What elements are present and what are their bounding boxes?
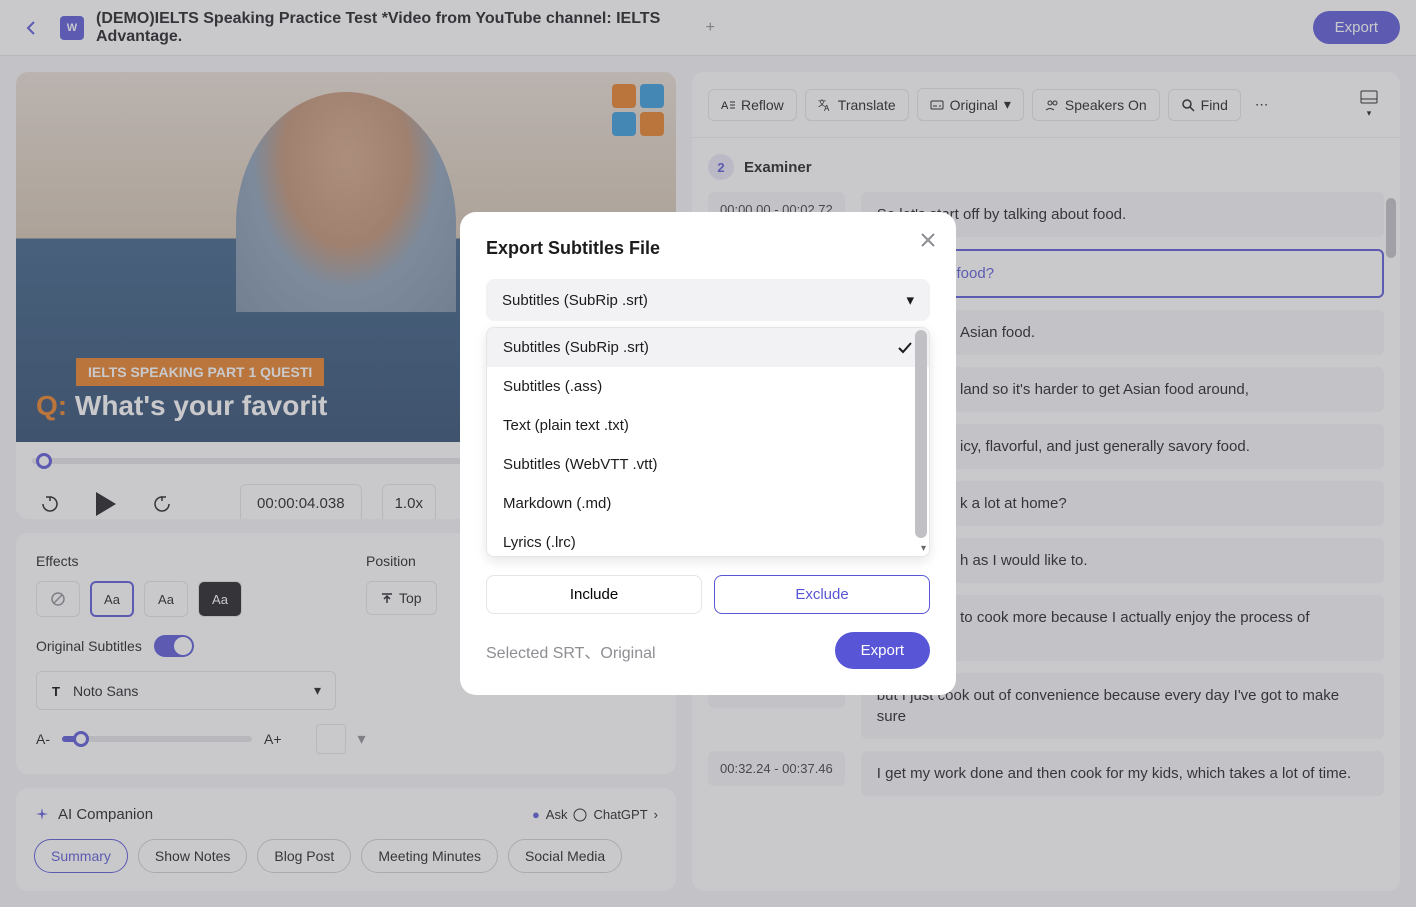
- selected-info: Selected SRT、Original: [486, 639, 656, 663]
- export-modal: Export Subtitles File Subtitles (SubRip …: [460, 212, 956, 695]
- modal-export-button[interactable]: Export: [835, 632, 930, 669]
- format-option-md[interactable]: Markdown (.md): [487, 484, 929, 523]
- include-button[interactable]: Include: [486, 575, 702, 614]
- modal-overlay[interactable]: Export Subtitles File Subtitles (SubRip …: [0, 0, 1416, 907]
- format-dropdown: Subtitles (SubRip .srt) Subtitles (.ass)…: [486, 327, 930, 557]
- format-option-txt[interactable]: Text (plain text .txt): [487, 406, 929, 445]
- close-icon: [920, 232, 936, 248]
- include-exclude-toggle: Include Exclude: [486, 575, 930, 614]
- format-option-srt[interactable]: Subtitles (SubRip .srt): [487, 328, 929, 367]
- close-button[interactable]: [920, 232, 936, 248]
- format-option-ass[interactable]: Subtitles (.ass): [487, 367, 929, 406]
- scroll-down-icon[interactable]: ▾: [921, 543, 926, 554]
- modal-title: Export Subtitles File: [486, 238, 930, 259]
- format-option-lrc[interactable]: Lyrics (.lrc): [487, 523, 929, 557]
- format-select[interactable]: Subtitles (SubRip .srt) ▾: [486, 279, 930, 321]
- chevron-down-icon: ▾: [906, 291, 914, 309]
- check-icon: [897, 340, 913, 356]
- exclude-button[interactable]: Exclude: [714, 575, 930, 614]
- dropdown-scrollbar[interactable]: [915, 330, 927, 538]
- format-option-vtt[interactable]: Subtitles (WebVTT .vtt): [487, 445, 929, 484]
